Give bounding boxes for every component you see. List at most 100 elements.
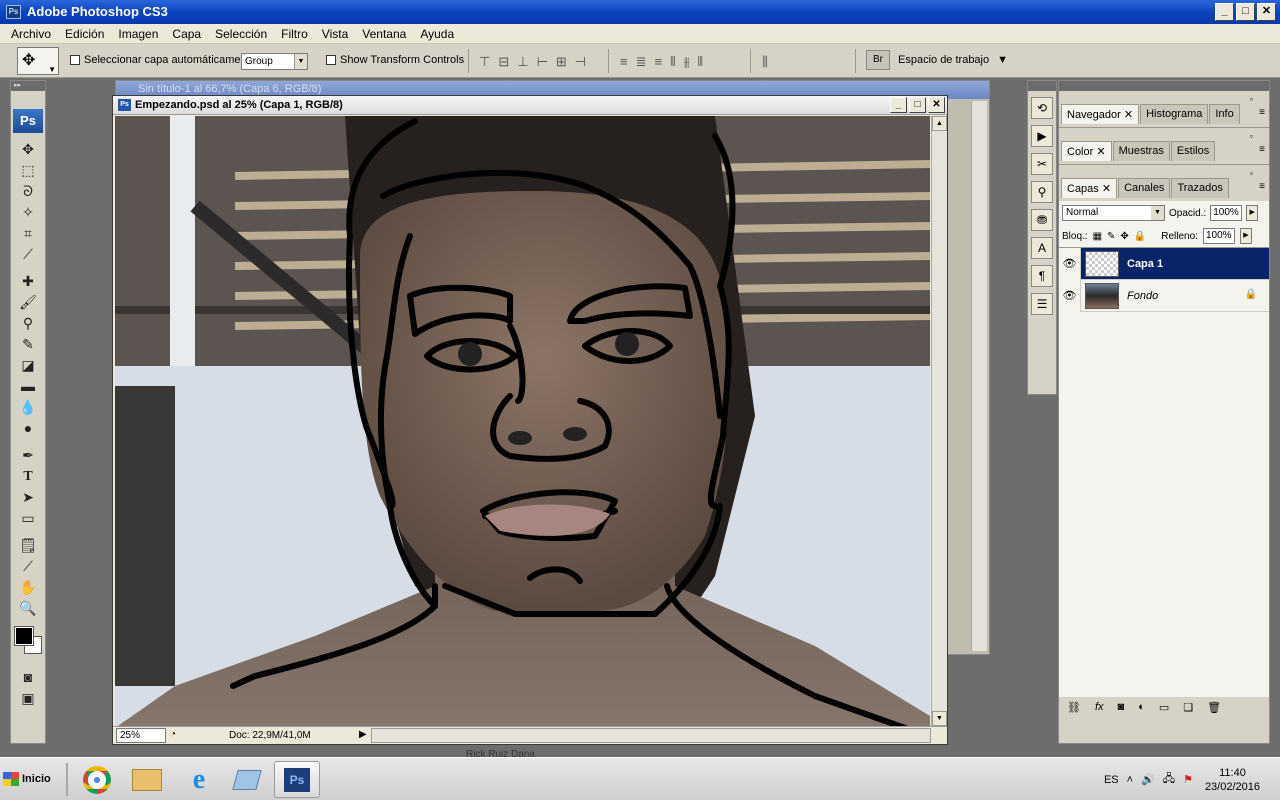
action-center-icon[interactable]: ⚑ [1183, 773, 1193, 786]
maximize-button[interactable]: □ [1236, 3, 1255, 21]
shape-tool-icon[interactable]: ▭ [11, 508, 45, 529]
tab-histograma[interactable]: Histograma [1140, 104, 1209, 124]
tab-canales[interactable]: Canales [1118, 178, 1171, 198]
start-button[interactable]: Inicio [3, 766, 59, 792]
tool-presets-icon[interactable]: ✂ [1031, 153, 1053, 175]
document-titlebar[interactable]: Ps Empezando.psd al 25% (Capa 1, RGB/8) … [113, 96, 947, 115]
align-bottom-icon[interactable]: ⊥ [517, 54, 528, 70]
distribute-top-icon[interactable]: ≡ [620, 54, 628, 70]
explorer-taskbar-icon[interactable] [124, 761, 170, 798]
align-right-icon[interactable]: ⊣ [575, 54, 586, 70]
magic-wand-tool-icon[interactable]: ✧ [11, 202, 45, 223]
tool-preset-picker[interactable]: ✥ ▼ [17, 47, 59, 75]
menu-capa[interactable]: Capa [165, 24, 208, 43]
opacity-field[interactable]: 100% [1210, 205, 1243, 221]
distribute-left-icon[interactable]: ⫴ [670, 54, 675, 70]
visibility-eye-icon[interactable]: 👁 [1059, 247, 1081, 280]
paragraph-panel-icon[interactable]: ¶ [1031, 265, 1053, 287]
panel-menu-icon[interactable]: ≡ [1259, 181, 1265, 192]
slice-tool-icon[interactable]: ⟋ [11, 244, 45, 265]
lock-all-icon[interactable]: 🔒 [1134, 231, 1146, 242]
menu-ventana[interactable]: Ventana [355, 24, 413, 43]
clone-stamp-tool-icon[interactable]: ⚲ [11, 313, 45, 334]
tab-color[interactable]: Color ✕ [1061, 141, 1112, 161]
distribute-hcenter-icon[interactable]: ⫵ [684, 54, 690, 70]
internet-explorer-taskbar-icon[interactable]: e [176, 761, 222, 798]
workspace-menu[interactable]: Br Espacio de trabajo ▼ [866, 50, 1008, 70]
layer-mask-icon[interactable]: ◙ [1118, 701, 1125, 715]
tab-estilos[interactable]: Estilos [1170, 141, 1216, 161]
layer-comps-icon[interactable]: ☰ [1031, 293, 1053, 315]
layer-style-icon[interactable]: fx [1095, 701, 1104, 715]
eraser-tool-icon[interactable]: ◪ [11, 355, 45, 376]
distribute-right-icon[interactable]: ⫴ [698, 54, 703, 70]
auto-select-checkbox[interactable] [70, 55, 80, 65]
distribute-vcenter-icon[interactable]: ≣ [636, 54, 647, 70]
lock-position-icon[interactable]: ✥ [1120, 231, 1128, 242]
document-canvas[interactable] [115, 116, 930, 728]
distribute-bottom-icon[interactable]: ≡ [655, 54, 663, 70]
tab-trazados[interactable]: Trazados [1171, 178, 1229, 198]
layer-row-fondo[interactable]: 👁 Fondo 🔒 [1059, 279, 1269, 312]
hand-tool-icon[interactable]: ✋ [11, 577, 45, 598]
scroll-down-arrow-icon[interactable]: ▼ [932, 711, 947, 726]
status-menu-arrow-icon[interactable]: ▶ [359, 729, 367, 740]
dodge-tool-icon[interactable]: ● [11, 418, 45, 439]
notepad-taskbar-icon[interactable] [224, 761, 270, 798]
align-hcenter-icon[interactable]: ⊞ [556, 54, 567, 70]
menu-edicion[interactable]: Edición [58, 24, 111, 43]
menu-archivo[interactable]: Archivo [4, 24, 58, 43]
align-vcenter-icon[interactable]: ⊟ [498, 54, 509, 70]
brush-tool-icon[interactable]: 🖌 [11, 292, 45, 313]
healing-brush-tool-icon[interactable]: ✚ [11, 271, 45, 292]
delete-layer-icon[interactable]: 🗑 [1207, 701, 1221, 715]
actions-panel-icon[interactable]: ▶ [1031, 125, 1053, 147]
document-horizontal-scrollbar[interactable] [371, 728, 931, 743]
screen-mode-icon[interactable]: ▣ [11, 688, 45, 709]
minimize-button[interactable]: _ [1215, 3, 1234, 21]
new-group-icon[interactable]: ▭ [1159, 701, 1169, 715]
align-top-icon[interactable]: ⊤ [479, 54, 490, 70]
menu-vista[interactable]: Vista [315, 24, 355, 43]
panel-grip[interactable] [1028, 81, 1056, 91]
blur-tool-icon[interactable]: 💧 [11, 397, 45, 418]
document-minimize-button[interactable]: _ [890, 97, 907, 113]
tab-muestras[interactable]: Muestras [1112, 141, 1170, 161]
transform-controls-option[interactable]: Show Transform Controls [326, 54, 464, 66]
network-icon[interactable]: 🖧 [1163, 770, 1175, 789]
close-button[interactable]: ✕ [1257, 3, 1276, 21]
brushes-panel-icon[interactable]: ⚲ [1031, 181, 1053, 203]
auto-align-button[interactable]: ⫼ [762, 54, 768, 70]
show-hidden-icons-icon[interactable]: ˄ [1127, 774, 1133, 786]
opacity-slider-arrow-icon[interactable]: ▶ [1246, 205, 1259, 221]
menu-filtro[interactable]: Filtro [274, 24, 315, 43]
tab-info[interactable]: Info [1209, 104, 1240, 124]
notes-tool-icon[interactable]: 🗒 [11, 535, 45, 556]
bridge-icon[interactable]: Br [866, 50, 890, 70]
scroll-up-arrow-icon[interactable]: ▲ [932, 116, 947, 131]
history-brush-tool-icon[interactable]: ✎ [11, 334, 45, 355]
tab-navegador[interactable]: Navegador ✕ [1061, 104, 1140, 124]
photoshop-taskbar-button[interactable]: Ps [274, 761, 320, 798]
language-indicator[interactable]: ES [1104, 774, 1119, 786]
panel-minimize-icon[interactable]: ▫ [1250, 131, 1253, 141]
document-maximize-button[interactable]: □ [909, 97, 926, 113]
crop-tool-icon[interactable]: ⌗ [11, 223, 45, 244]
fill-slider-arrow-icon[interactable]: ▶ [1239, 228, 1252, 244]
background-document-scrollbar[interactable] [971, 101, 987, 651]
panel-menu-icon[interactable]: ≡ [1259, 144, 1265, 155]
panel-menu-icon[interactable]: ≡ [1259, 107, 1265, 118]
fill-field[interactable]: 100% [1202, 228, 1235, 244]
document-close-button[interactable]: ✕ [928, 97, 945, 113]
foreground-color-swatch[interactable] [14, 626, 34, 646]
marquee-tool-icon[interactable]: ⬚ [11, 160, 45, 181]
panel-minimize-icon[interactable]: ▫ [1250, 168, 1253, 178]
zoom-tool-icon[interactable]: 🔍 [11, 598, 45, 619]
new-layer-icon[interactable]: ❏ [1183, 701, 1193, 715]
history-panel-icon[interactable]: ⟲ [1031, 97, 1053, 119]
lasso-tool-icon[interactable]: ᘐ [11, 181, 45, 202]
menu-ayuda[interactable]: Ayuda [413, 24, 461, 43]
zoom-level-field[interactable]: 25% [116, 728, 166, 743]
link-layers-icon[interactable]: ⛓ [1067, 701, 1081, 715]
lock-transparency-icon[interactable]: ▦ [1093, 231, 1102, 242]
